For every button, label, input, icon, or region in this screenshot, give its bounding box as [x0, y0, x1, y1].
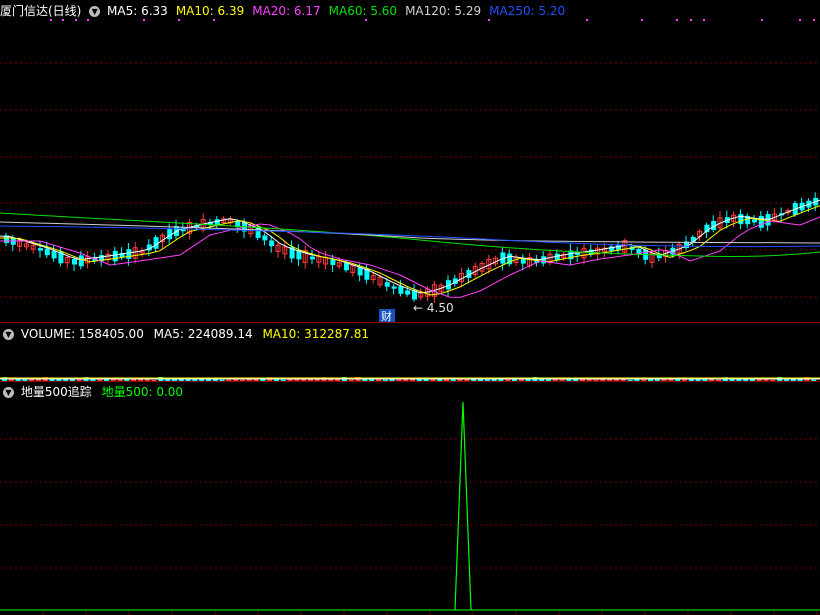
candle-body [391, 286, 397, 289]
candle-body [758, 215, 764, 228]
candle-body [384, 282, 390, 287]
ma-marker [641, 19, 643, 21]
ma-marker [690, 19, 692, 21]
ma250-line [0, 225, 820, 248]
ma-marker [143, 19, 145, 21]
volume-ma5: MA5: 224089.14 [153, 327, 253, 341]
ma-marker [488, 19, 490, 21]
candle-body [51, 250, 57, 259]
ma-marker [75, 19, 77, 21]
ma-marker [87, 19, 89, 21]
candle-body [167, 228, 173, 240]
ma-marker [813, 19, 815, 21]
candle-body [78, 255, 84, 267]
candle-body [330, 259, 336, 265]
candle-body [126, 249, 132, 259]
candle-body [262, 235, 268, 241]
candle-body [752, 219, 757, 223]
ma-marker [761, 19, 763, 21]
candle-body [269, 240, 275, 247]
ma120-line [0, 221, 820, 244]
candle-body [112, 250, 118, 262]
low-price-marker: ← 4.50 [413, 301, 454, 315]
candle-body [38, 248, 43, 251]
volume-value: VOLUME: 158405.00 [20, 327, 144, 341]
ma-marker [799, 19, 801, 21]
candle-body [405, 290, 411, 295]
candle-body [541, 256, 547, 264]
ma-marker [178, 19, 180, 21]
chevron-down-icon[interactable]: ▼ [3, 329, 14, 340]
ma-marker [50, 19, 52, 21]
indicator-chart[interactable] [0, 382, 820, 615]
candle-body [398, 286, 404, 294]
volume-chart[interactable] [0, 340, 820, 382]
signal-spike [454, 401, 472, 611]
ma-marker [703, 19, 705, 21]
candle-body [310, 256, 315, 260]
panel-divider [0, 322, 820, 323]
ma-marker [676, 19, 678, 21]
ma-marker [62, 19, 64, 21]
ma-marker [365, 19, 367, 21]
candle-body [738, 214, 744, 225]
candle-body [344, 263, 349, 271]
candle-body [214, 219, 220, 225]
candle-body [690, 236, 696, 242]
ma-marker [586, 19, 588, 21]
candle-body [44, 248, 50, 256]
candle-body [72, 258, 77, 265]
candlestick-chart[interactable]: ← 4.50 财 [0, 0, 820, 322]
candle-body [765, 214, 771, 226]
volume-ma10: MA10: 312287.81 [262, 327, 370, 341]
ma-marker [213, 19, 215, 21]
event-badge: 财 [381, 309, 392, 322]
